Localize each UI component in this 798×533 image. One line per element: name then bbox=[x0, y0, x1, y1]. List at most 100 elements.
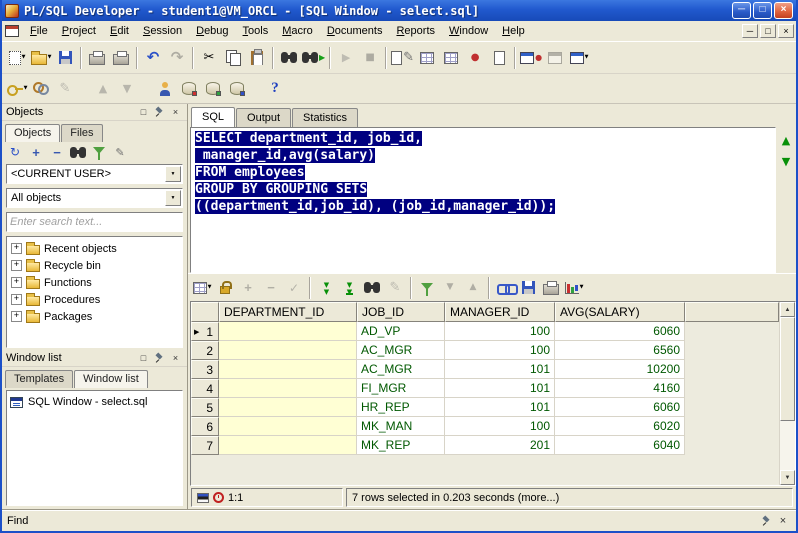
expand-icon[interactable]: + bbox=[11, 260, 22, 271]
dock-button[interactable]: □ bbox=[136, 106, 151, 119]
menu-debug[interactable]: Debug bbox=[189, 23, 235, 39]
chevron-down-icon[interactable]: ▼ bbox=[208, 285, 212, 290]
scroll-up-button[interactable]: ▲ bbox=[780, 302, 795, 317]
column-header[interactable]: MANAGER_ID bbox=[445, 302, 555, 322]
tree-item-recent-objects[interactable]: + Recent objects bbox=[9, 240, 180, 257]
cell-job-id[interactable]: AC_MGR bbox=[357, 341, 445, 360]
new-sql-window-button[interactable] bbox=[177, 77, 201, 101]
save-button[interactable] bbox=[53, 46, 77, 70]
print-results-button[interactable] bbox=[540, 277, 562, 299]
object-search-input[interactable] bbox=[10, 216, 179, 228]
scrollbar-thumb[interactable] bbox=[780, 317, 795, 421]
previous-statement-button[interactable]: ▲ bbox=[782, 135, 790, 146]
collapse-all-button[interactable]: − bbox=[48, 144, 66, 161]
chevron-down-icon[interactable]: ▼ bbox=[24, 86, 28, 91]
cell-avg-salary[interactable]: 6020 bbox=[555, 417, 685, 436]
find-in-grid-button[interactable] bbox=[361, 277, 383, 299]
find-pin-button[interactable] bbox=[759, 513, 775, 528]
row-selector-header[interactable] bbox=[191, 302, 219, 322]
dock-button[interactable]: □ bbox=[136, 352, 151, 365]
cell-avg-salary[interactable]: 4160 bbox=[555, 379, 685, 398]
preferences-button[interactable]: ▼ bbox=[5, 77, 29, 101]
pin-button[interactable] bbox=[152, 352, 167, 365]
mdi-restore-button[interactable]: □ bbox=[760, 24, 776, 38]
new-button[interactable]: ▼ bbox=[5, 46, 29, 70]
menu-macro[interactable]: Macro bbox=[275, 23, 320, 39]
new-instance-button[interactable]: ● bbox=[519, 46, 543, 70]
minimize-button[interactable]: ─ bbox=[732, 2, 751, 19]
mdi-minimize-button[interactable]: ─ bbox=[742, 24, 758, 38]
menu-edit[interactable]: Edit bbox=[103, 23, 136, 39]
user-select[interactable]: <CURRENT USER> ▼ bbox=[6, 164, 183, 184]
filter-edit-button[interactable]: ✎ bbox=[111, 144, 129, 161]
cell-manager-id[interactable]: 201 bbox=[445, 436, 555, 455]
tree-item-recycle-bin[interactable]: + Recycle bin bbox=[9, 257, 180, 274]
window-list-close-button[interactable]: × bbox=[168, 352, 183, 365]
row-selector[interactable]: 6 bbox=[191, 417, 219, 436]
tab-statistics[interactable]: Statistics bbox=[292, 108, 358, 127]
expand-icon[interactable]: + bbox=[11, 277, 22, 288]
cell-avg-salary[interactable]: 10200 bbox=[555, 360, 685, 379]
tab-output[interactable]: Output bbox=[236, 108, 291, 127]
row-selector[interactable]: 4 bbox=[191, 379, 219, 398]
menu-project[interactable]: Project bbox=[55, 23, 103, 39]
tab-objects[interactable]: Objects bbox=[5, 124, 60, 142]
tree-item-label[interactable]: Functions bbox=[44, 277, 92, 289]
row-selector[interactable]: 2 bbox=[191, 341, 219, 360]
cell-job-id[interactable]: HR_REP bbox=[357, 398, 445, 417]
cell-department-id[interactable] bbox=[219, 341, 357, 360]
print-button[interactable] bbox=[85, 46, 109, 70]
cell-manager-id[interactable]: 100 bbox=[445, 341, 555, 360]
window-list-button[interactable]: ▼ bbox=[567, 46, 591, 70]
scroll-down-button[interactable]: ▼ bbox=[780, 470, 795, 485]
find-button[interactable] bbox=[277, 46, 301, 70]
cell-manager-id[interactable]: 100 bbox=[445, 417, 555, 436]
chevron-down-icon[interactable]: ▼ bbox=[580, 285, 584, 290]
filter-button[interactable] bbox=[90, 144, 108, 161]
table-row[interactable]: 5 HR_REP 101 6060 bbox=[191, 398, 779, 417]
cell-avg-salary[interactable]: 6060 bbox=[555, 398, 685, 417]
tree-item-functions[interactable]: + Functions bbox=[9, 274, 180, 291]
cell-department-id[interactable] bbox=[219, 360, 357, 379]
fetch-last-page-button[interactable]: ▼▼ bbox=[338, 277, 360, 299]
chevron-down-icon[interactable]: ▼ bbox=[165, 190, 181, 206]
new-command-window-button[interactable] bbox=[201, 77, 225, 101]
cell-avg-salary[interactable]: 6040 bbox=[555, 436, 685, 455]
row-selector[interactable]: 3 bbox=[191, 360, 219, 379]
cell-job-id[interactable]: AD_VP bbox=[357, 322, 445, 341]
tab-templates[interactable]: Templates bbox=[5, 370, 73, 388]
refresh-button[interactable]: ↻ bbox=[6, 144, 24, 161]
new-report-window-button[interactable] bbox=[225, 77, 249, 101]
open-button[interactable]: ▼ bbox=[29, 46, 53, 70]
cell-job-id[interactable]: MK_MAN bbox=[357, 417, 445, 436]
cell-avg-salary[interactable]: 6060 bbox=[555, 322, 685, 341]
cell-manager-id[interactable]: 101 bbox=[445, 398, 555, 417]
macro-record-button[interactable]: ● bbox=[463, 46, 487, 70]
mdi-close-button[interactable]: × bbox=[778, 24, 794, 38]
tree-item-label[interactable]: Recycle bin bbox=[44, 260, 101, 272]
menu-reports[interactable]: Reports bbox=[389, 23, 442, 39]
menu-session[interactable]: Session bbox=[136, 23, 189, 39]
filter-results-button[interactable] bbox=[416, 277, 438, 299]
chevron-down-icon[interactable]: ▼ bbox=[585, 55, 589, 60]
tree-item-procedures[interactable]: + Procedures bbox=[9, 291, 180, 308]
cell-department-id[interactable] bbox=[219, 398, 357, 417]
menu-help[interactable]: Help bbox=[495, 23, 532, 39]
cell-avg-salary[interactable]: 6560 bbox=[555, 341, 685, 360]
table-row[interactable]: 6 MK_MAN 100 6020 bbox=[191, 417, 779, 436]
paste-button[interactable] bbox=[245, 46, 269, 70]
macro-play-button[interactable] bbox=[487, 46, 511, 70]
vertical-scrollbar[interactable]: ▲ ▼ bbox=[779, 302, 795, 485]
describe-button[interactable]: ✎ bbox=[390, 46, 415, 70]
chevron-down-icon[interactable]: ▼ bbox=[22, 55, 26, 60]
grid-view-button[interactable]: ▼ bbox=[191, 277, 213, 299]
chevron-down-icon[interactable]: ▼ bbox=[165, 166, 181, 182]
cell-job-id[interactable]: MK_REP bbox=[357, 436, 445, 455]
outdent-button[interactable] bbox=[439, 46, 463, 70]
cut-button[interactable]: ✂ bbox=[197, 46, 221, 70]
next-statement-button[interactable]: ▼ bbox=[782, 156, 790, 167]
chart-button[interactable]: ▼ bbox=[563, 277, 585, 299]
tree-item-label[interactable]: Packages bbox=[44, 311, 92, 323]
window-list-item-label[interactable]: SQL Window - select.sql bbox=[28, 396, 147, 408]
menu-window[interactable]: Window bbox=[442, 23, 495, 39]
